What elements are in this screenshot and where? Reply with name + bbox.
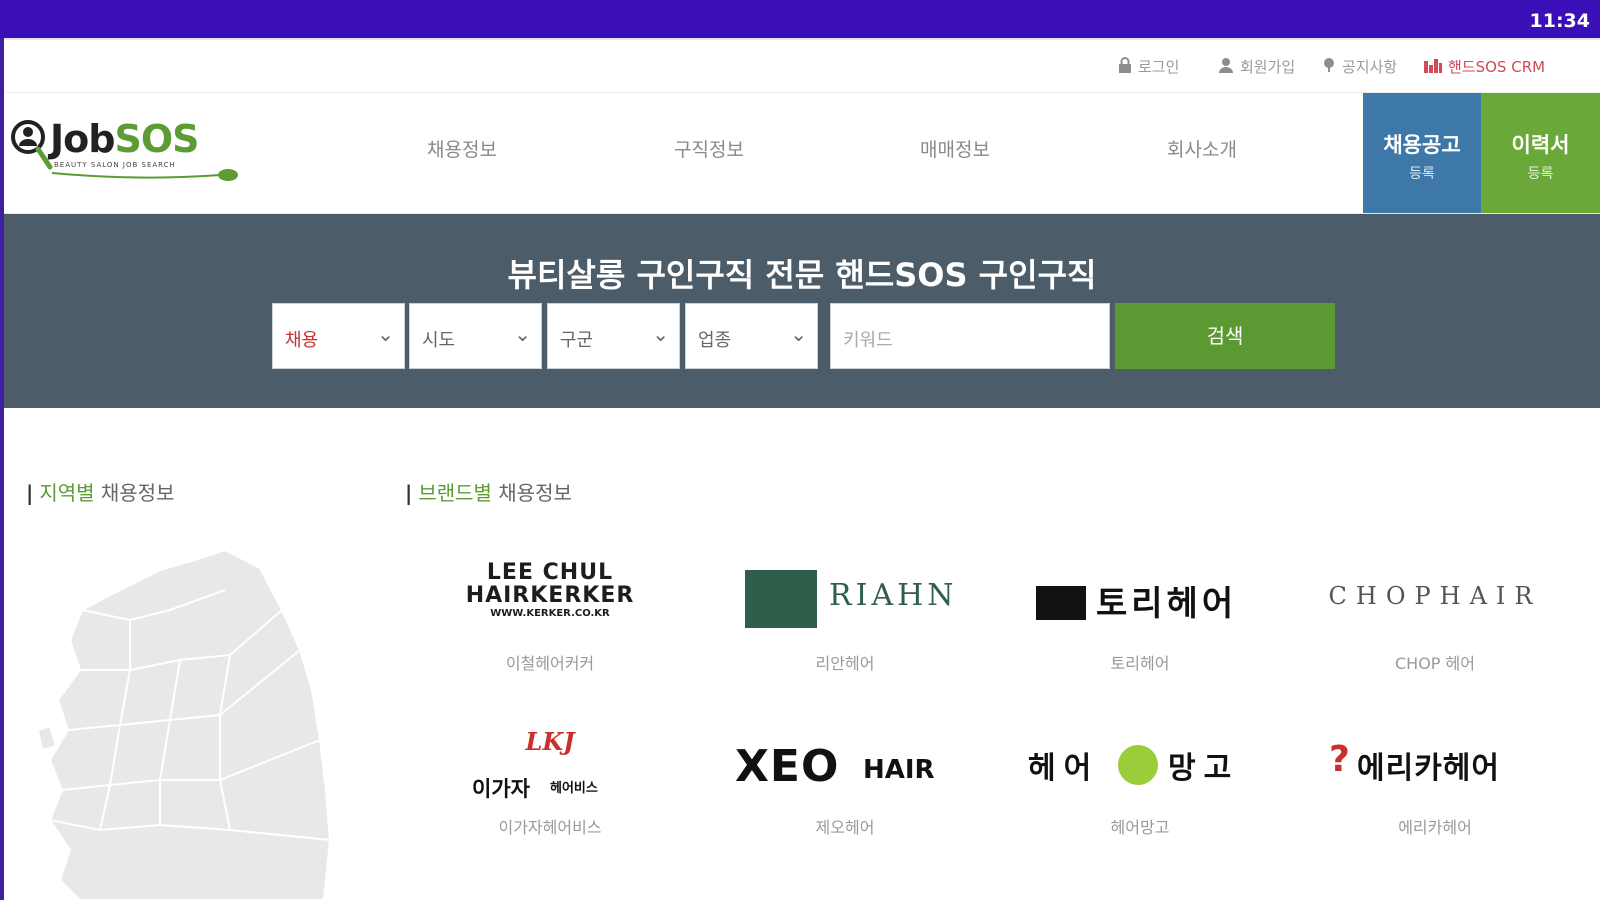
brand-title-highlight: 브랜드별 bbox=[418, 481, 492, 505]
region-section-title: | 지역별 채용정보 bbox=[26, 481, 175, 505]
brand-logo-chop: CHOPHAIR bbox=[1328, 582, 1542, 610]
post-resume-button[interactable]: 이력서 등록 bbox=[1481, 93, 1600, 213]
brand-section-title: | 브랜드별 채용정보 bbox=[405, 481, 572, 505]
brand-name: 토리헤어 bbox=[1110, 654, 1170, 673]
post-resume-sublabel: 등록 bbox=[1527, 166, 1554, 182]
clock: 11:34 bbox=[1529, 10, 1590, 32]
site-logo[interactable]: JobSOS BEAUTY SALON JOB SEARCH bbox=[10, 117, 240, 187]
notice-link[interactable]: 공지사항 bbox=[1322, 56, 1397, 77]
nav-about[interactable]: 회사소개 bbox=[1167, 135, 1237, 162]
login-label: 로그인 bbox=[1138, 58, 1180, 76]
brand-name: 이가자헤어비스 bbox=[498, 818, 602, 837]
sido-select[interactable]: 시도 ⌄ bbox=[409, 303, 542, 369]
signup-link[interactable]: 회원가입 bbox=[1218, 56, 1295, 77]
brand-logo-tori: 토리헤어 bbox=[1096, 584, 1238, 624]
brand-card-leegaja[interactable]: LKJ 이가자 헤어비스 이가자헤어비스 bbox=[410, 725, 690, 837]
chevron-down-icon: ⌄ bbox=[790, 322, 807, 346]
chevron-down-icon: ⌄ bbox=[377, 322, 394, 346]
brand-title-rest: 채용정보 bbox=[498, 481, 572, 505]
region-title-highlight: 지역별 bbox=[39, 481, 95, 505]
tori-mark-icon bbox=[1036, 586, 1086, 620]
notice-label: 공지사항 bbox=[1342, 58, 1398, 76]
brand-name: 이철헤어커커 bbox=[505, 654, 595, 673]
brand-card-riahn[interactable]: RIAHN 리안헤어 bbox=[705, 560, 985, 673]
brand-card-xeo[interactable]: XEO HAIR 제오헤어 bbox=[705, 725, 985, 837]
brand-logo-xeo-hair: HAIR bbox=[863, 755, 935, 785]
microphone-icon bbox=[1322, 57, 1336, 77]
chart-icon bbox=[1424, 57, 1442, 77]
mango-icon bbox=[1118, 745, 1158, 785]
erica-mark-icon: ? bbox=[1329, 739, 1350, 780]
brand-name: 헤어망고 bbox=[1110, 818, 1170, 837]
post-job-sublabel: 등록 bbox=[1409, 166, 1435, 182]
lock-icon bbox=[1118, 56, 1132, 77]
user-icon bbox=[1218, 57, 1234, 77]
logo-swoosh bbox=[51, 169, 238, 181]
chevron-down-icon: ⌄ bbox=[514, 322, 531, 346]
keyword-placeholder: 키워드 bbox=[843, 330, 893, 351]
type-select[interactable]: 채용 ⌄ bbox=[272, 303, 405, 369]
post-resume-label: 이력서 bbox=[1511, 133, 1570, 157]
logo-text: JobSOS bbox=[50, 117, 200, 161]
industry-select-value: 업종 bbox=[698, 330, 732, 351]
keyword-input[interactable]: 키워드 bbox=[830, 303, 1110, 369]
brand-logo-riahn: RIAHN bbox=[829, 578, 958, 613]
post-job-label: 채용공고 bbox=[1383, 133, 1461, 157]
brand-name: 리안헤어 bbox=[815, 654, 875, 673]
brand-logo-leechul: LEE CHUL HAIRKERKER WWW.KERKER.CO.KR bbox=[465, 560, 635, 619]
industry-select[interactable]: 업종 ⌄ bbox=[685, 303, 818, 369]
search-hero: 뷰티살롱 구인구직 전문 핸드SOS 구인구직 채용 ⌄ 시도 ⌄ 구군 ⌄ 업… bbox=[4, 214, 1600, 408]
brand-logo-mango-2: 망고 bbox=[1168, 751, 1240, 786]
korea-region-map[interactable] bbox=[20, 550, 330, 900]
login-link[interactable]: 로그인 bbox=[1118, 56, 1179, 77]
post-job-button[interactable]: 채용공고 등록 bbox=[1363, 93, 1481, 213]
brand-card-chop[interactable]: CHOPHAIR CHOP 헤어 bbox=[1295, 560, 1575, 673]
utility-nav: 로그인 회원가입 공지사항 핸드SOS CRM bbox=[4, 40, 1600, 93]
type-select-value: 채용 bbox=[285, 330, 319, 351]
chevron-down-icon: ⌄ bbox=[652, 322, 669, 346]
site-header: JobSOS BEAUTY SALON JOB SEARCH 채용정보 구직정보… bbox=[4, 93, 1600, 214]
sido-select-value: 시도 bbox=[422, 330, 456, 351]
riahn-emblem-icon bbox=[745, 570, 817, 628]
brand-name: CHOP 헤어 bbox=[1395, 654, 1475, 673]
brand-card-mango[interactable]: 헤어 망고 헤어망고 bbox=[1000, 725, 1280, 837]
brand-logo-xeo: XEO bbox=[735, 741, 840, 792]
hero-title: 뷰티살롱 구인구직 전문 핸드SOS 구인구직 bbox=[507, 256, 1097, 294]
status-bar: 11:34 bbox=[0, 0, 1600, 38]
gugun-select-value: 구군 bbox=[560, 330, 594, 351]
brand-logo-lkj: LKJ bbox=[525, 727, 575, 756]
nav-jobs[interactable]: 채용정보 bbox=[427, 135, 497, 162]
crm-label: 핸드SOS CRM bbox=[1448, 58, 1546, 76]
gugun-select[interactable]: 구군 ⌄ bbox=[547, 303, 680, 369]
brand-card-erica[interactable]: ? 에리카헤어 에리카헤어 bbox=[1295, 725, 1575, 837]
brand-logo-leegaja: 이가자 bbox=[472, 777, 530, 801]
crm-link[interactable]: 핸드SOS CRM bbox=[1424, 56, 1545, 77]
brand-name: 제오헤어 bbox=[815, 818, 875, 837]
region-title-rest: 채용정보 bbox=[100, 481, 175, 505]
nav-seekers[interactable]: 구직정보 bbox=[674, 135, 744, 162]
brand-card-leechul[interactable]: LEE CHUL HAIRKERKER WWW.KERKER.CO.KR 이철헤… bbox=[410, 560, 690, 673]
signup-label: 회원가입 bbox=[1240, 58, 1296, 76]
search-button[interactable]: 검색 bbox=[1115, 303, 1335, 369]
brand-name: 에리카헤어 bbox=[1398, 818, 1472, 837]
brand-logo-erica: 에리카헤어 bbox=[1357, 751, 1500, 786]
brand-logo-leegaja-sub: 헤어비스 bbox=[550, 781, 598, 796]
brand-logo-mango-1: 헤어 bbox=[1028, 751, 1100, 786]
nav-trade[interactable]: 매매정보 bbox=[920, 135, 990, 162]
brand-card-tori[interactable]: 토리헤어 토리헤어 bbox=[1000, 560, 1280, 673]
